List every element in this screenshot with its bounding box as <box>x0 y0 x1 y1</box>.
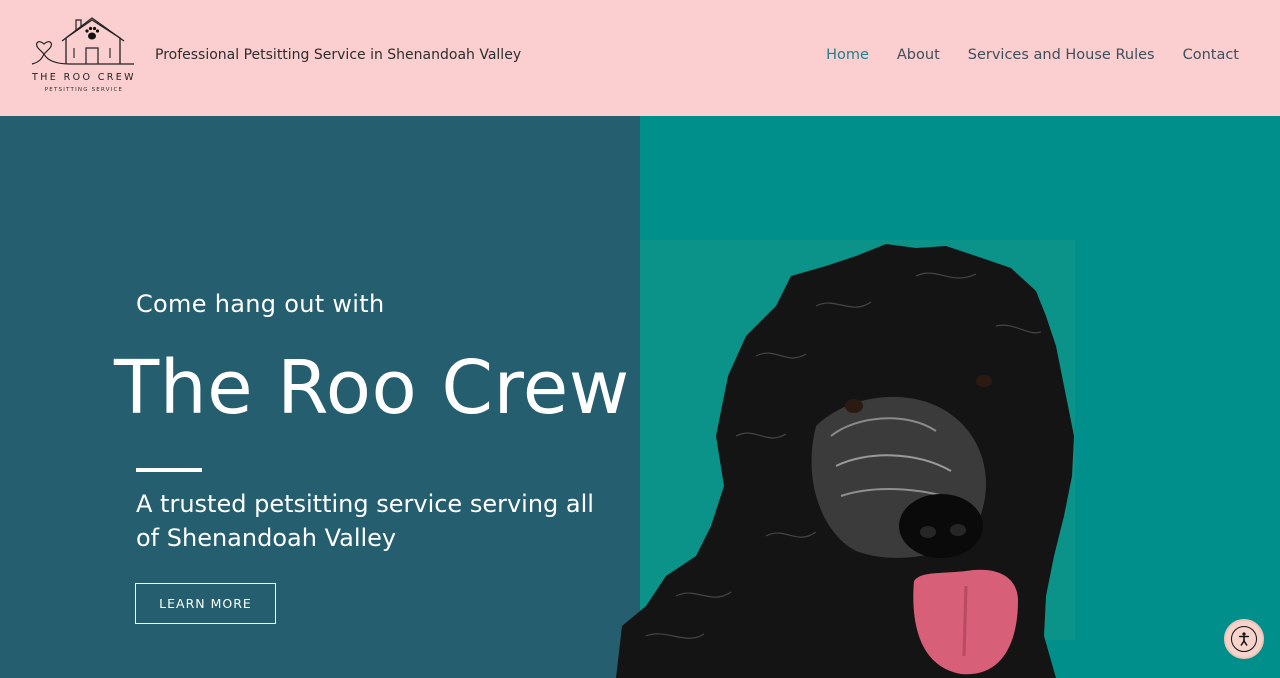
nav-about[interactable]: About <box>897 47 940 63</box>
hero-divider <box>136 468 202 472</box>
site-tagline: Professional Petsitting Service in Shena… <box>155 47 522 63</box>
nav-services-house-rules[interactable]: Services and House Rules <box>968 47 1155 63</box>
accessibility-icon <box>1231 626 1257 652</box>
hero-kicker: Come hang out with <box>136 290 385 318</box>
accessibility-button[interactable] <box>1224 619 1264 659</box>
site-header: THE ROO CREW PETSITTING SERVICE Professi… <box>0 0 1280 116</box>
nav-contact[interactable]: Contact <box>1183 47 1239 63</box>
hero-title: The Roo Crew <box>114 345 630 431</box>
learn-more-button[interactable]: LEARN MORE <box>135 583 276 624</box>
nav-home[interactable]: Home <box>826 47 869 63</box>
main-nav: Home About Services and House Rules Cont… <box>826 47 1239 63</box>
house-logo-icon <box>31 17 134 65</box>
hero-subtitle: A trusted petsitting service serving all… <box>136 490 594 552</box>
logo-name: THE ROO CREW <box>32 72 136 83</box>
logo-subtitle: PETSITTING SERVICE <box>44 87 124 93</box>
dog-photo <box>616 236 1080 678</box>
site-logo[interactable]: THE ROO CREW PETSITTING SERVICE <box>30 14 138 100</box>
black-dog-icon <box>616 244 1074 678</box>
